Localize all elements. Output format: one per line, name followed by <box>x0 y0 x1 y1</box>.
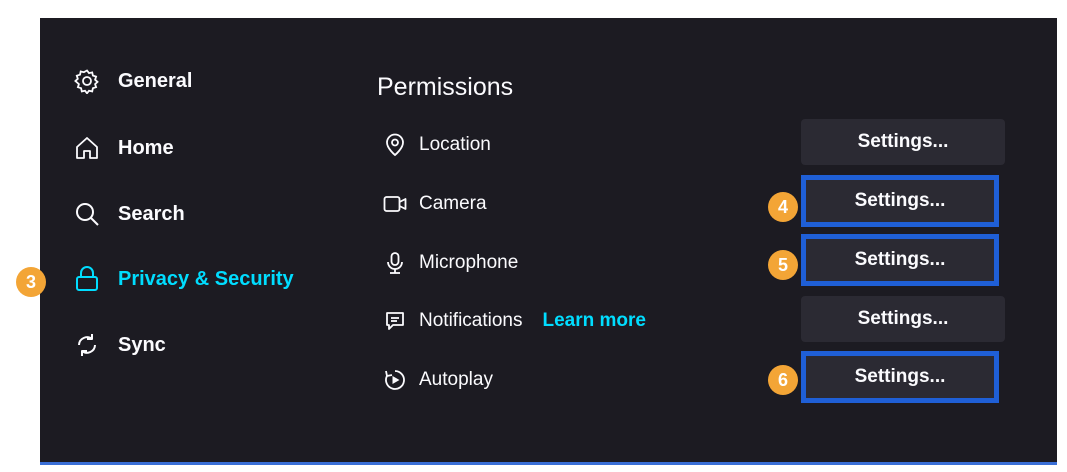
sidebar-item-sync[interactable]: Sync <box>73 330 166 360</box>
permission-label: Autoplay <box>419 369 493 390</box>
sidebar-item-home[interactable]: Home <box>73 133 174 163</box>
microphone-settings-button[interactable]: Settings... <box>801 234 999 286</box>
location-settings-button[interactable]: Settings... <box>801 119 1005 165</box>
sidebar-item-general[interactable]: General <box>73 66 192 96</box>
lock-icon <box>73 265 101 293</box>
preferences-panel: General Home Search Privacy & Security S… <box>40 18 1057 462</box>
permission-row-location: Location <box>383 130 491 160</box>
notifications-icon <box>383 309 407 333</box>
step-badge-3: 3 <box>16 267 46 297</box>
search-icon <box>73 200 101 228</box>
sidebar-item-label: Home <box>118 136 174 159</box>
permission-label: Location <box>419 134 491 155</box>
camera-settings-button[interactable]: Settings... <box>801 175 999 227</box>
permission-label: Camera <box>419 193 487 214</box>
location-icon <box>383 133 407 157</box>
learn-more-link[interactable]: Learn more <box>543 310 646 332</box>
camera-icon <box>383 192 407 216</box>
sync-icon <box>73 331 101 359</box>
step-badge-6: 6 <box>768 365 798 395</box>
section-title-permissions: Permissions <box>377 73 514 101</box>
sidebar-item-label: General <box>118 69 193 92</box>
permission-row-notifications: Notifications Learn more <box>383 306 646 336</box>
sidebar-item-privacy-security[interactable]: Privacy & Security <box>73 264 294 294</box>
microphone-icon <box>383 251 407 275</box>
sidebar-item-label: Sync <box>118 333 166 356</box>
permission-label: Microphone <box>419 252 519 273</box>
permission-row-microphone: Microphone <box>383 248 518 278</box>
autoplay-icon <box>383 368 407 392</box>
home-icon <box>73 134 101 162</box>
permission-row-autoplay: Autoplay <box>383 365 493 395</box>
permission-row-camera: Camera <box>383 189 487 219</box>
sidebar-item-label: Search <box>118 202 185 225</box>
gear-icon <box>73 67 101 95</box>
step-badge-5: 5 <box>768 250 798 280</box>
sidebar-item-label: Privacy & Security <box>118 267 294 290</box>
bottom-divider <box>40 462 1057 465</box>
permission-label: Notifications <box>419 310 523 331</box>
step-badge-4: 4 <box>768 192 798 222</box>
sidebar-item-search[interactable]: Search <box>73 199 185 229</box>
autoplay-settings-button[interactable]: Settings... <box>801 351 999 403</box>
notifications-settings-button[interactable]: Settings... <box>801 296 1005 342</box>
